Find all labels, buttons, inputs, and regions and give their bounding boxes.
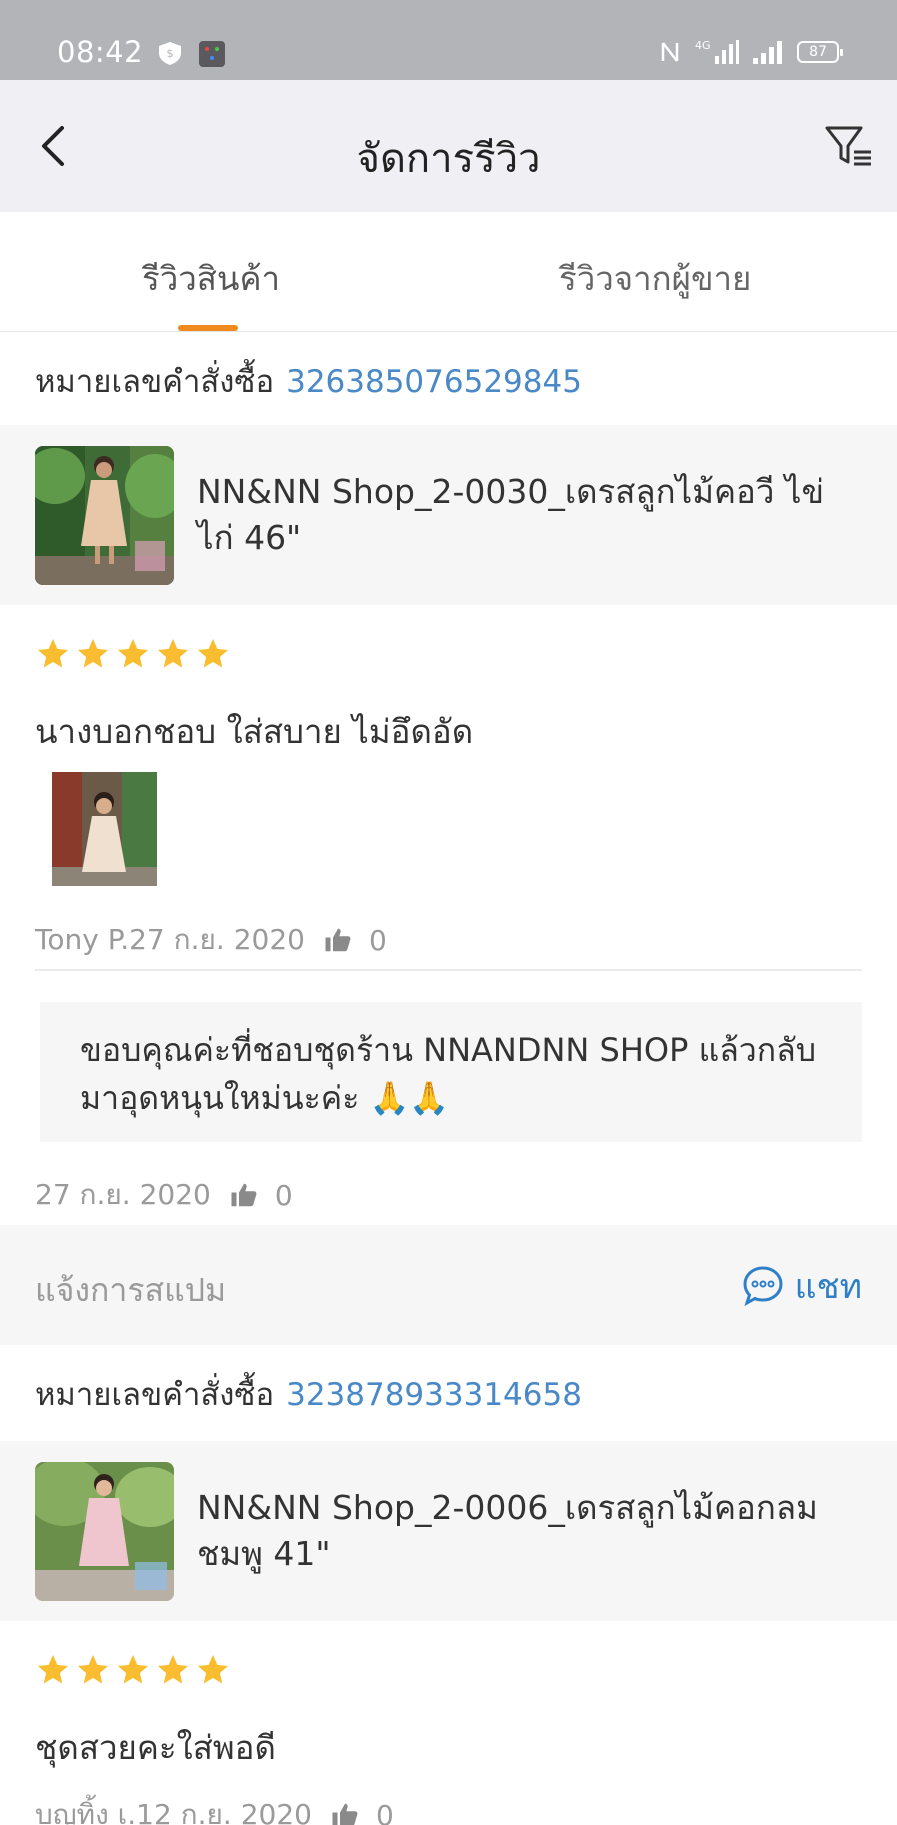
review-photo[interactable] bbox=[52, 772, 157, 886]
product-name: NN&NN Shop_2-0006_เดรสลูกไม้คอกลม ชมพู 4… bbox=[197, 1488, 818, 1573]
star-icon bbox=[158, 639, 188, 668]
star-icon bbox=[78, 1655, 108, 1684]
status-bar: 08:42 $ 4G 87 bbox=[0, 0, 897, 80]
order-label: หมายเลขคำสั่งซื้อ 323878933314658 bbox=[35, 1369, 582, 1419]
svg-text:$: $ bbox=[167, 47, 174, 60]
status-time: 08:42 bbox=[57, 35, 144, 69]
star-icon bbox=[158, 1655, 188, 1684]
order-number[interactable]: 326385076529845 bbox=[286, 364, 582, 400]
thumbs-up-icon[interactable] bbox=[330, 1800, 360, 1825]
review-image bbox=[52, 772, 157, 886]
product-image-dress bbox=[35, 1462, 174, 1601]
nav-bar: จัดการรีวิว bbox=[0, 80, 897, 212]
shield-icon: $ bbox=[159, 42, 181, 65]
system-icons: 4G 87 bbox=[659, 38, 843, 66]
thumbs-up-icon[interactable] bbox=[229, 1180, 259, 1210]
product-thumbnail bbox=[35, 446, 174, 585]
star-icon bbox=[198, 1655, 228, 1684]
notification-icons: $ bbox=[156, 40, 226, 68]
page-title: จัดการรีวิว bbox=[356, 136, 541, 182]
like-count: 0 bbox=[274, 1178, 293, 1212]
seller-reply-meta: 27 ก.ย. 2020 0 bbox=[35, 1173, 293, 1217]
tab-bar: รีวิวสินค้า รีวิวจากผู้ขาย bbox=[0, 212, 897, 332]
product-row[interactable]: NN&NN Shop_2-0030_เดรสลูกไม้คอวี ไข่ไก่ … bbox=[0, 425, 897, 605]
review-meta: บุญทิ้ง เ.12 ก.ย. 2020 0 bbox=[35, 1793, 394, 1825]
order-row: หมายเลขคำสั่งซื้อ 323878933314658 bbox=[0, 1345, 897, 1438]
thumbs-up-icon[interactable] bbox=[323, 925, 353, 955]
product-image-dress bbox=[35, 446, 174, 585]
rating-stars bbox=[35, 1652, 231, 1688]
report-spam-link[interactable]: แจ้งการสแปม bbox=[35, 1265, 226, 1316]
review-text: ชุดสวยคะใส่พอดี bbox=[35, 1728, 276, 1767]
order-label-text: หมายเลขคำสั่งซื้อ bbox=[35, 364, 275, 400]
divider bbox=[35, 969, 862, 971]
star-icon bbox=[38, 639, 68, 668]
review-action-bar: แจ้งการสแปม แชท bbox=[0, 1225, 897, 1345]
chat-button[interactable]: แชท bbox=[741, 1259, 862, 1313]
seller-reply-text: ขอบคุณค่ะที่ชอบชุดร้าน NNANDNN SHOP แล้ว… bbox=[80, 1031, 817, 1117]
star-icon bbox=[118, 639, 148, 668]
star-icon bbox=[118, 1655, 148, 1684]
battery-icon: 87 bbox=[797, 41, 843, 63]
tab-product-reviews[interactable]: รีวิวสินค้า bbox=[142, 252, 280, 305]
svg-text:4G: 4G bbox=[695, 39, 711, 52]
chat-bubble-icon bbox=[743, 1266, 783, 1307]
product-thumbnail bbox=[35, 1462, 174, 1601]
active-tab-indicator bbox=[178, 325, 238, 331]
filter-icon[interactable] bbox=[821, 118, 877, 174]
order-label-text: หมายเลขคำสั่งซื้อ bbox=[35, 1377, 275, 1413]
seller-reply: ขอบคุณค่ะที่ชอบชุดร้าน NNANDNN SHOP แล้ว… bbox=[40, 1002, 862, 1142]
author-date: Tony P.27 ก.ย. 2020 bbox=[35, 923, 305, 956]
star-icon bbox=[198, 639, 228, 668]
signal-4g-icon: 4G bbox=[695, 39, 739, 64]
order-row: หมายเลขคำสั่งซื้อ 326385076529845 bbox=[0, 332, 897, 425]
product-name: NN&NN Shop_2-0030_เดรสลูกไม้คอวี ไข่ไก่ … bbox=[197, 472, 825, 557]
order-number[interactable]: 323878933314658 bbox=[286, 1377, 582, 1413]
tab-seller-reviews[interactable]: รีวิวจากผู้ขาย bbox=[559, 252, 751, 305]
like-count: 0 bbox=[375, 1798, 394, 1825]
rating-stars bbox=[35, 636, 231, 672]
product-row[interactable]: NN&NN Shop_2-0006_เดรสลูกไม้คอกลม ชมพู 4… bbox=[0, 1441, 897, 1621]
signal-icon bbox=[753, 41, 782, 64]
order-label: หมายเลขคำสั่งซื้อ 326385076529845 bbox=[35, 356, 582, 406]
star-icon bbox=[38, 1655, 68, 1684]
star-icon bbox=[78, 639, 108, 668]
seller-reply-date: 27 ก.ย. 2020 bbox=[35, 1178, 211, 1211]
author-date: บุญทิ้ง เ.12 ก.ย. 2020 bbox=[35, 1798, 312, 1825]
like-count: 0 bbox=[368, 923, 387, 957]
nfc-icon bbox=[661, 42, 679, 62]
review-meta: Tony P.27 ก.ย. 2020 0 bbox=[35, 918, 387, 962]
chat-label: แชท bbox=[794, 1267, 862, 1307]
app-icon bbox=[199, 41, 225, 67]
review-text: นางบอกชอบ ใส่สบาย ไม่อึดอัด bbox=[35, 712, 474, 751]
